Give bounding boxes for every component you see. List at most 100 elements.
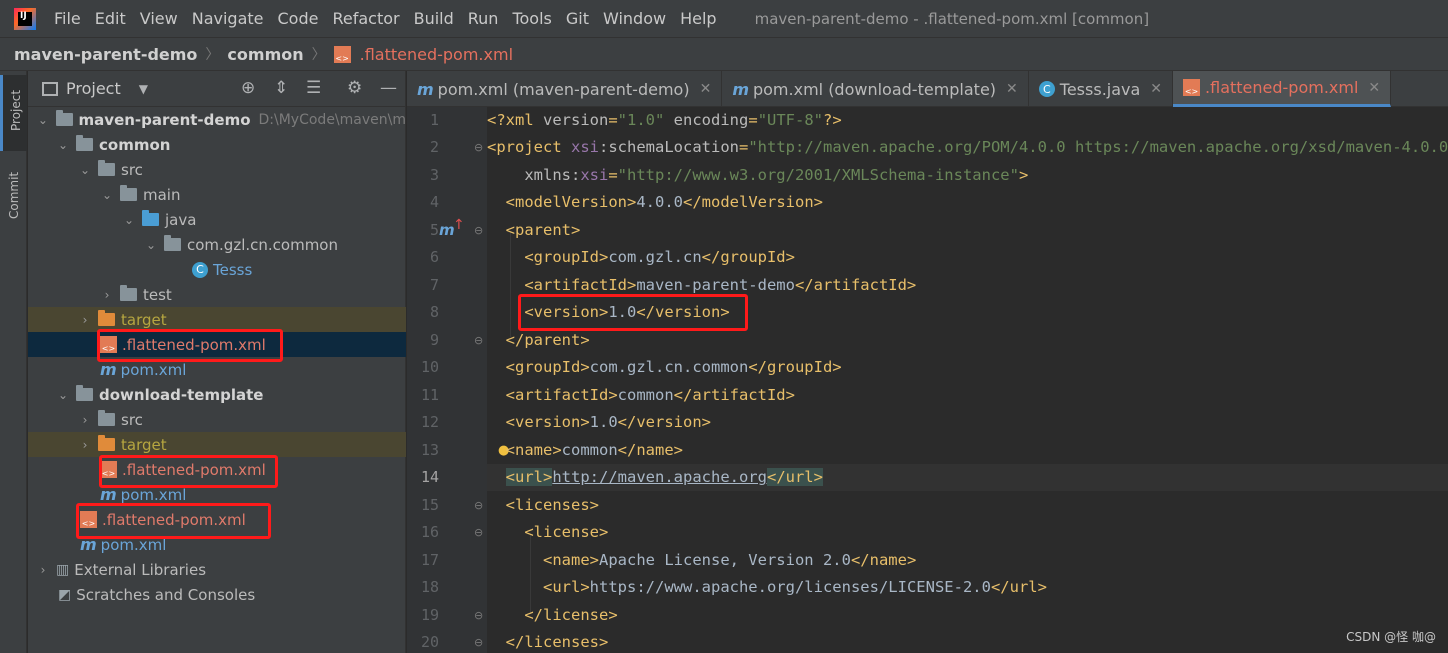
fold-icon[interactable]: ⊖ — [474, 526, 483, 539]
chevron-right-icon[interactable]: › — [36, 563, 50, 577]
code-line: <url>https://www.apache.org/licenses/LIC… — [543, 578, 1047, 596]
tool-tab-project[interactable]: Project — [0, 75, 27, 151]
chevron-down-icon[interactable]: ⌄ — [122, 213, 136, 227]
tab-tesss-java[interactable]: C Tesss.java ✕ — [1029, 71, 1174, 107]
fold-icon[interactable]: ⊖ — [474, 224, 483, 237]
tree-row[interactable]: › target — [28, 432, 406, 457]
line-number: 3 — [429, 166, 439, 184]
chevron-right-icon[interactable]: › — [78, 313, 92, 327]
close-icon[interactable]: ✕ — [1150, 81, 1162, 97]
menu-run[interactable]: Run — [468, 9, 499, 28]
chevron-down-icon[interactable]: ⌄ — [144, 238, 158, 252]
maven-icon: m — [417, 79, 434, 99]
tree-row[interactable]: m pom.xml — [28, 482, 406, 507]
code-line: <name>common</name> — [505, 441, 683, 459]
tab-flattened-pom[interactable]: <> .flattened-pom.xml ✕ — [1173, 71, 1392, 107]
expand-all-icon[interactable]: ⇕ — [274, 78, 288, 98]
tab-pom-parent[interactable]: m pom.xml (maven-parent-demo) ✕ — [407, 71, 723, 107]
menu-view[interactable]: View — [140, 9, 178, 28]
code-line: </parent> — [505, 331, 590, 349]
line-number: 1 — [429, 111, 439, 129]
tree-label: pom.xml — [100, 535, 167, 554]
tree-row[interactable]: ⌄ main — [28, 182, 406, 207]
tree-row[interactable]: › test — [28, 282, 406, 307]
fold-icon[interactable]: ⊖ — [474, 334, 483, 347]
project-panel-title[interactable]: Project — [66, 79, 121, 98]
tree-label: java — [165, 210, 197, 229]
tree-row[interactable]: › src — [28, 407, 406, 432]
tree-row[interactable]: ⌄ download-template — [28, 382, 406, 407]
tree-row[interactable]: <> .flattened-pom.xml — [28, 507, 406, 532]
tree-row[interactable]: <> .flattened-pom.xml — [28, 457, 406, 482]
tool-tab-commit[interactable]: Commit — [0, 169, 27, 239]
menu-refactor[interactable]: Refactor — [332, 9, 399, 28]
tree-label: .flattened-pom.xml — [122, 460, 266, 479]
code-line: <?xml version="1.0" encoding="UTF-8"?> — [487, 111, 842, 129]
chevron-down-icon[interactable]: ⌄ — [56, 388, 70, 402]
tree-row[interactable]: m pom.xml — [28, 357, 406, 382]
menu-file[interactable]: File — [54, 9, 81, 28]
tree-row[interactable]: C Tesss — [28, 257, 406, 282]
fold-icon[interactable]: ⊖ — [474, 141, 483, 154]
gear-icon[interactable]: ⚙ — [347, 78, 362, 98]
breadcrumb-module[interactable]: common — [227, 45, 303, 64]
tree-row[interactable]: ⌄ src — [28, 157, 406, 182]
excluded-folder-icon — [98, 435, 115, 451]
line-number: 14 — [420, 468, 439, 486]
chevron-down-icon[interactable]: ⌄ — [36, 113, 50, 127]
intellij-logo-icon: IJ — [14, 7, 36, 30]
chevron-right-icon[interactable]: › — [78, 413, 92, 427]
chevron-down-icon[interactable]: ⌄ — [56, 138, 70, 152]
line-number: 6 — [429, 248, 439, 266]
fold-icon[interactable]: ⊖ — [474, 609, 483, 622]
tree-row[interactable]: ⌄ maven-parent-demo D:\MyCode\maven\m — [28, 107, 406, 132]
tree-label: External Libraries — [74, 560, 207, 579]
tree-row[interactable]: ⌄ java — [28, 207, 406, 232]
breadcrumb-separator-icon: 〉 — [311, 47, 326, 63]
tree-row[interactable]: › ▥ External Libraries — [28, 557, 406, 582]
chevron-down-icon[interactable]: ⌄ — [100, 188, 114, 202]
chevron-down-icon[interactable]: ▼ — [139, 82, 148, 96]
breadcrumb-project[interactable]: maven-parent-demo — [14, 45, 197, 64]
menu-navigate[interactable]: Navigate — [192, 9, 264, 28]
line-number: 7 — [429, 276, 439, 294]
code-editor[interactable]: 1 2 3 4 5 6 7 8 9 10 11 12 13 14 15 16 1… — [407, 107, 1448, 653]
menu-build[interactable]: Build — [414, 9, 454, 28]
chevron-right-icon[interactable]: › — [78, 438, 92, 452]
menu-window[interactable]: Window — [603, 9, 666, 28]
menu-tools[interactable]: Tools — [512, 9, 551, 28]
project-view-icon — [42, 81, 58, 96]
tree-row[interactable]: ⌄ common — [28, 132, 406, 157]
menu-git[interactable]: Git — [566, 9, 589, 28]
collapse-all-icon[interactable]: ☰ — [306, 78, 321, 98]
tab-pom-download[interactable]: m pom.xml (download-template) ✕ — [722, 71, 1029, 107]
fold-icon[interactable]: ⊖ — [474, 636, 483, 649]
project-panel: Project ▼ ⊕ ⇕ ☰ ⚙ — ⌄ maven-parent-demo … — [28, 71, 406, 653]
window-title: maven-parent-demo - .flattened-pom.xml [… — [754, 9, 1150, 28]
menu-help[interactable]: Help — [680, 9, 716, 28]
fold-icon[interactable]: ⊖ — [474, 499, 483, 512]
tree-label: pom.xml — [120, 360, 187, 379]
chevron-right-icon[interactable]: › — [100, 288, 114, 302]
tree-row[interactable]: ⌄ com.gzl.cn.common — [28, 232, 406, 257]
close-icon[interactable]: ✕ — [1006, 81, 1018, 97]
tree-row[interactable]: <> .flattened-pom.xml — [28, 332, 406, 357]
line-number: 13 — [420, 441, 439, 459]
close-icon[interactable]: ✕ — [700, 81, 712, 97]
chevron-down-icon[interactable]: ⌄ — [78, 163, 92, 177]
locate-icon[interactable]: ⊕ — [241, 78, 255, 98]
minimize-icon[interactable]: — — [380, 78, 397, 98]
tree-row[interactable]: ◩ Scratches and Consoles — [28, 582, 406, 607]
menu-code[interactable]: Code — [278, 9, 319, 28]
tree-label: src — [121, 160, 143, 179]
tree-label: Tesss — [213, 260, 253, 279]
tree-path: D:\MyCode\maven\m — [258, 111, 406, 128]
project-panel-header: Project ▼ ⊕ ⇕ ☰ ⚙ — — [28, 71, 405, 107]
tree-row[interactable]: m pom.xml — [28, 532, 406, 557]
menu-edit[interactable]: Edit — [95, 9, 126, 28]
tree-row[interactable]: › target — [28, 307, 406, 332]
breadcrumb-file[interactable]: .flattened-pom.xml — [360, 45, 513, 64]
code-line: <groupId>com.gzl.cn.common</groupId> — [505, 358, 842, 376]
close-icon[interactable]: ✕ — [1368, 80, 1380, 96]
tree-label: target — [121, 310, 167, 329]
